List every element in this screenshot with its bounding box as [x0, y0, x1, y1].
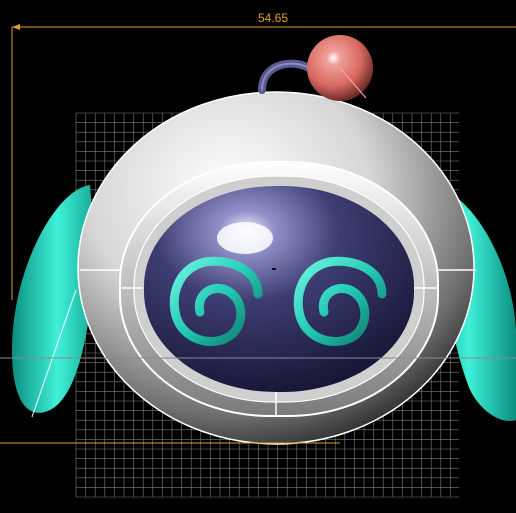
dimension-value-label[interactable]: 54.65 [258, 11, 288, 25]
visor-screen[interactable] [144, 186, 414, 392]
antenna[interactable] [258, 35, 373, 101]
3d-viewport[interactable]: 54.65 [0, 0, 516, 508]
viewport-canvas[interactable] [0, 0, 516, 508]
visor-highlight [217, 222, 273, 254]
